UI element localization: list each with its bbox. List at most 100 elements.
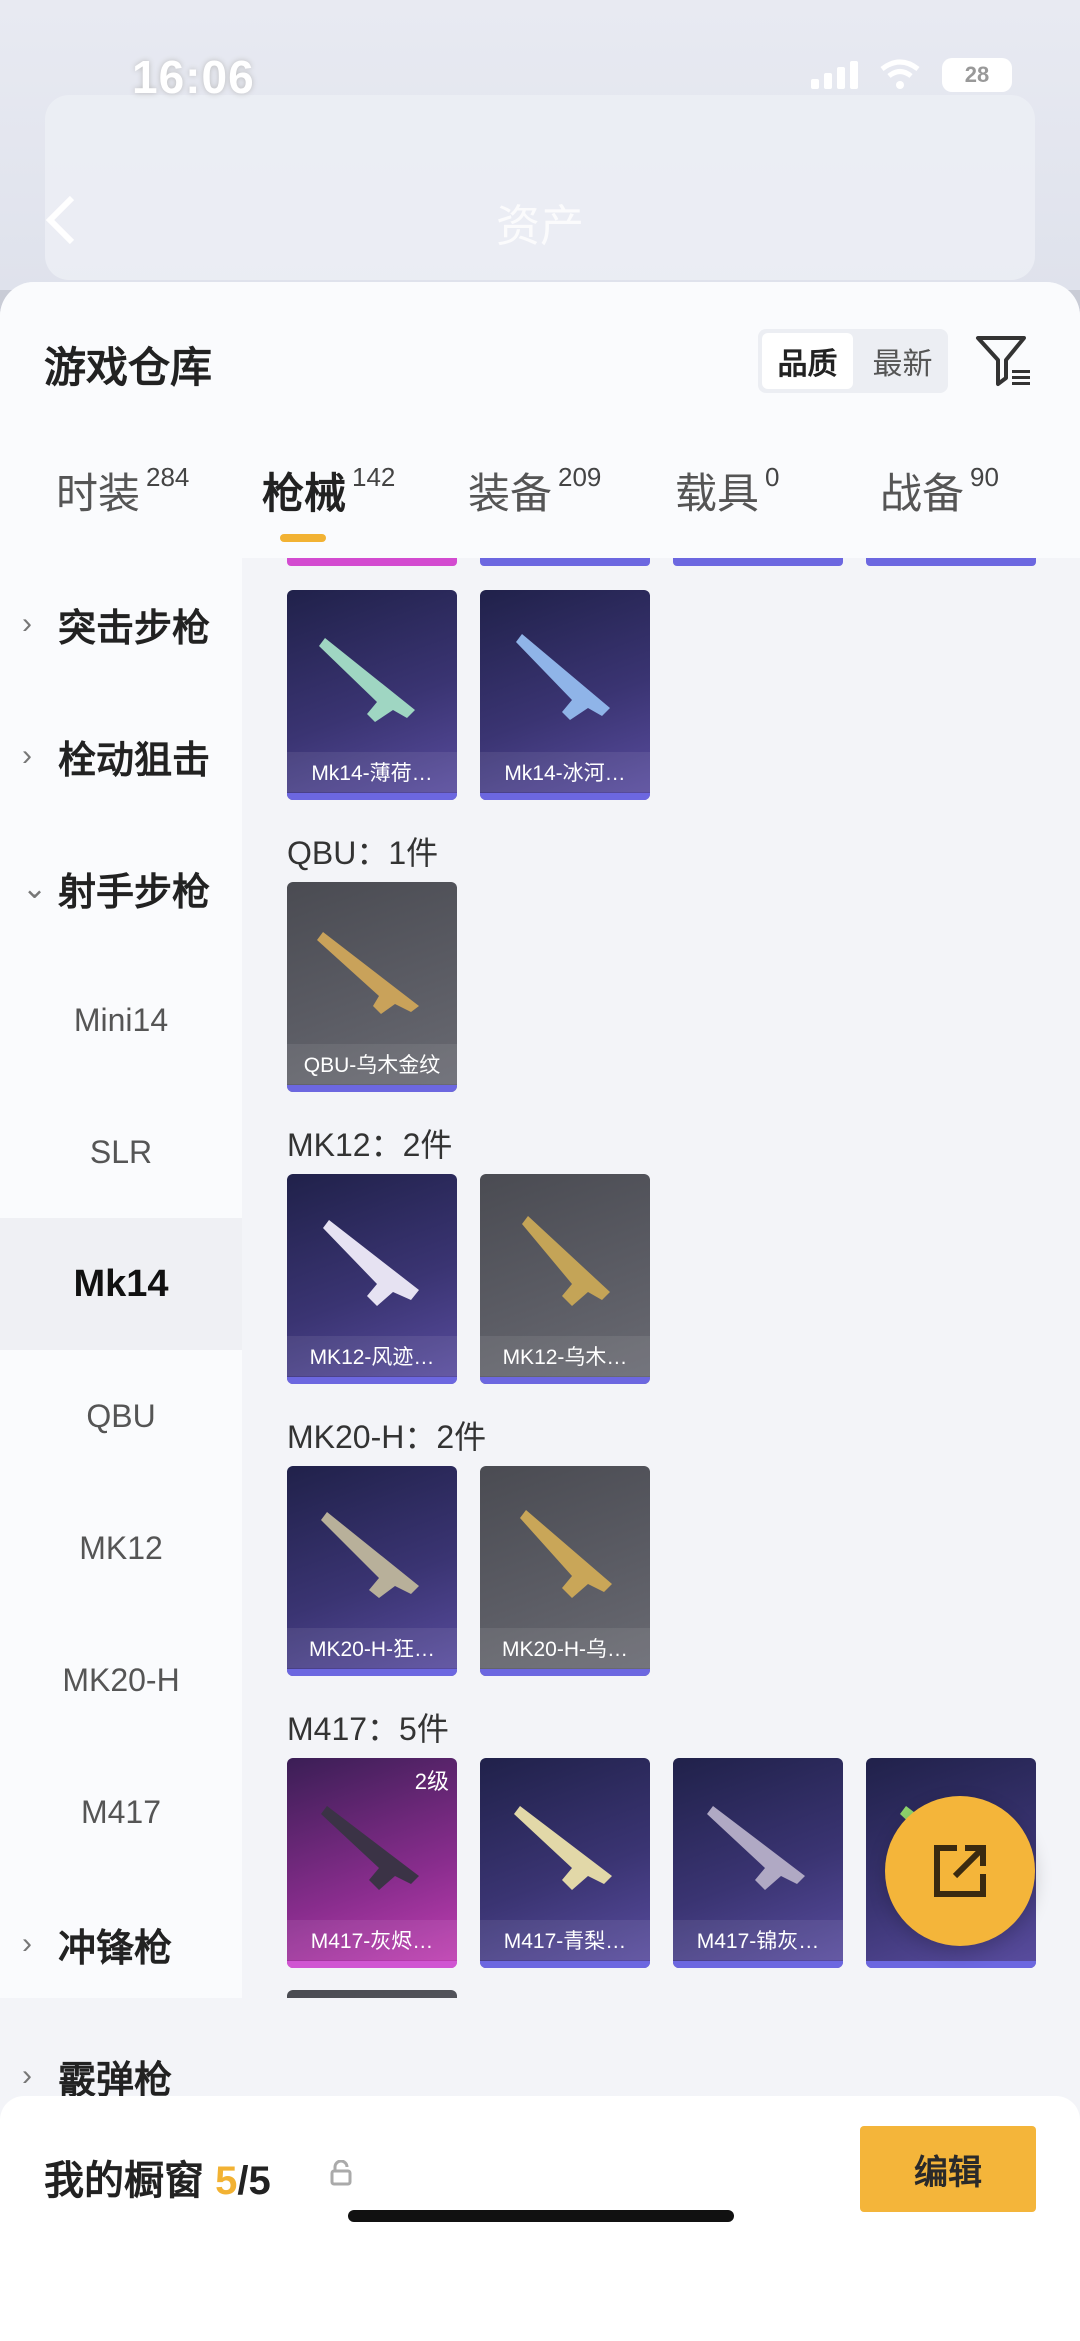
tab-count: 142	[352, 462, 396, 492]
item-card[interactable]: MK20-H-乌…	[480, 1466, 650, 1676]
tab-guns[interactable]: 枪械 142	[262, 460, 396, 542]
rifle-icon	[323, 1220, 419, 1306]
tab-count: 0	[765, 462, 780, 492]
showcase-text: 我的橱窗	[44, 2159, 204, 2203]
tab-label: 载具	[675, 470, 760, 517]
item-card[interactable]: MK12-风迹…	[287, 1174, 457, 1384]
item-name: QBU-乌木金纹	[287, 1044, 457, 1084]
item-card-edge	[866, 558, 1036, 566]
sidebar-item-bolt[interactable]: › 栓动狙击	[0, 690, 242, 822]
item-card[interactable]: 2级 M417-灰烬…	[287, 1758, 457, 1968]
item-rarity-bar	[866, 1961, 1036, 1968]
signal-icon	[811, 61, 858, 89]
tab-label: 时装	[56, 470, 141, 517]
sidebar-sub-mini14[interactable]: Mini14	[0, 954, 242, 1086]
item-name: MK12-风迹…	[287, 1336, 457, 1376]
item-name: MK20-H-狂…	[287, 1628, 457, 1668]
tab-count: 90	[970, 462, 999, 492]
section-title: MK20-H：2件	[287, 1419, 487, 1455]
top-header: 16:06 28 资产	[0, 0, 1080, 290]
item-rarity-bar	[480, 1377, 650, 1384]
active-tab-indicator	[280, 534, 326, 542]
item-name: MK12-乌木…	[480, 1336, 650, 1376]
edit-button[interactable]: 编辑	[860, 2126, 1036, 2212]
section-title: MK12：2件	[287, 1127, 453, 1163]
rifle-icon	[522, 1216, 610, 1306]
tab-label: 战备	[880, 470, 965, 517]
tab-count: 209	[558, 462, 602, 492]
tab-label: 装备	[468, 470, 553, 517]
item-card-edge	[287, 558, 457, 566]
sidebar-sub-qbu[interactable]: QBU	[0, 1350, 242, 1482]
sidebar-label: 突击步枪	[58, 607, 211, 650]
sort-quality-button[interactable]: 品质	[762, 333, 853, 389]
item-card[interactable]: M417-青梨…	[480, 1758, 650, 1968]
tab-equipment[interactable]: 装备 209	[468, 460, 601, 521]
item-grid: Mk14-薄荷… Mk14-冰河… QBU：1件 QBU-乌木金纹 MK12：2…	[242, 558, 1080, 1998]
item-rarity-bar	[480, 793, 650, 800]
category-tabs: 时装 284 枪械 142 装备 209 载具 0 战备 90	[0, 460, 1080, 550]
item-name: Mk14-冰河…	[480, 752, 650, 792]
rifle-icon	[520, 1510, 612, 1598]
wifi-icon	[880, 59, 920, 91]
section-title: M417：5件	[287, 1711, 449, 1747]
page-title: 资产	[496, 202, 584, 251]
sheet-title: 游戏仓库	[44, 344, 213, 391]
home-indicator	[348, 2210, 734, 2222]
status-time: 16:06	[132, 51, 255, 103]
tab-supplies[interactable]: 战备 90	[880, 460, 999, 521]
item-name: M417-灰烬…	[287, 1920, 457, 1960]
sidebar-label: 射手步枪	[58, 871, 211, 914]
item-card[interactable]	[287, 1990, 457, 1998]
sidebar-sub-mk14[interactable]: Mk14	[0, 1218, 242, 1350]
chevron-right-icon: ›	[22, 607, 32, 640]
sidebar-sub-m417[interactable]: M417	[0, 1746, 242, 1878]
external-link-icon	[934, 1845, 986, 1897]
item-card[interactable]: Mk14-薄荷…	[287, 590, 457, 800]
item-rarity-bar	[287, 1085, 457, 1092]
chevron-down-icon: ⌄	[22, 871, 48, 905]
item-name: M417-锦灰…	[673, 1920, 843, 1960]
sidebar-label: 栓动狙击	[58, 739, 211, 782]
item-card[interactable]: MK12-乌木…	[480, 1174, 650, 1384]
tab-vehicles[interactable]: 载具 0	[675, 460, 779, 521]
item-card[interactable]: QBU-乌木金纹	[287, 882, 457, 1092]
showcase-label: 我的橱窗 5/5	[44, 2148, 271, 2206]
share-button[interactable]	[885, 1796, 1035, 1946]
chevron-right-icon: ›	[22, 1927, 32, 1960]
tab-label: 枪械	[262, 470, 347, 517]
item-rarity-bar	[480, 1961, 650, 1968]
chevron-right-icon: ›	[22, 739, 32, 772]
item-rarity-bar	[287, 1377, 457, 1384]
item-name: MK20-H-乌…	[480, 1628, 650, 1668]
sidebar-sub-mk20h[interactable]: MK20-H	[0, 1614, 242, 1746]
item-card[interactable]: MK20-H-狂…	[287, 1466, 457, 1676]
item-name: Mk14-薄荷…	[287, 752, 457, 792]
showcase-total: /5	[237, 2159, 271, 2203]
item-card-edge	[673, 558, 843, 566]
tab-count: 284	[146, 462, 190, 492]
filter-icon[interactable]	[974, 330, 1034, 390]
sidebar-sub-mk12[interactable]: MK12	[0, 1482, 242, 1614]
rifle-icon	[317, 932, 419, 1014]
lock-icon	[330, 2160, 352, 2186]
sort-latest-button[interactable]: 最新	[857, 329, 948, 393]
section-title: QBU：1件	[287, 835, 439, 871]
item-rarity-bar	[287, 1961, 457, 1968]
sort-toggle: 品质 最新	[758, 329, 948, 393]
item-name: M417-青梨…	[480, 1920, 650, 1960]
chevron-right-icon: ›	[22, 2059, 32, 2092]
sidebar-item-marksman[interactable]: ⌄ 射手步枪	[0, 822, 242, 954]
item-rarity-bar	[673, 1961, 843, 1968]
item-rarity-bar	[287, 793, 457, 800]
sidebar-item-smg[interactable]: › 冲锋枪	[0, 1878, 242, 2010]
item-card[interactable]: Mk14-冰河…	[480, 590, 650, 800]
tab-fashion[interactable]: 时装 284	[56, 460, 189, 521]
rifle-icon	[319, 638, 415, 722]
sidebar-sub-slr[interactable]: SLR	[0, 1086, 242, 1218]
sidebar-item-assault[interactable]: › 突击步枪	[0, 558, 242, 690]
sheet-header: 游戏仓库 品质 最新 时装 284 枪械 142 装备 209 载具 0 战备 …	[0, 282, 1080, 558]
item-card[interactable]: M417-锦灰…	[673, 1758, 843, 1968]
warehouse-sheet: 游戏仓库 品质 最新 时装 284 枪械 142 装备 209 载具 0 战备 …	[0, 282, 1080, 2341]
rifle-icon	[707, 1806, 805, 1890]
